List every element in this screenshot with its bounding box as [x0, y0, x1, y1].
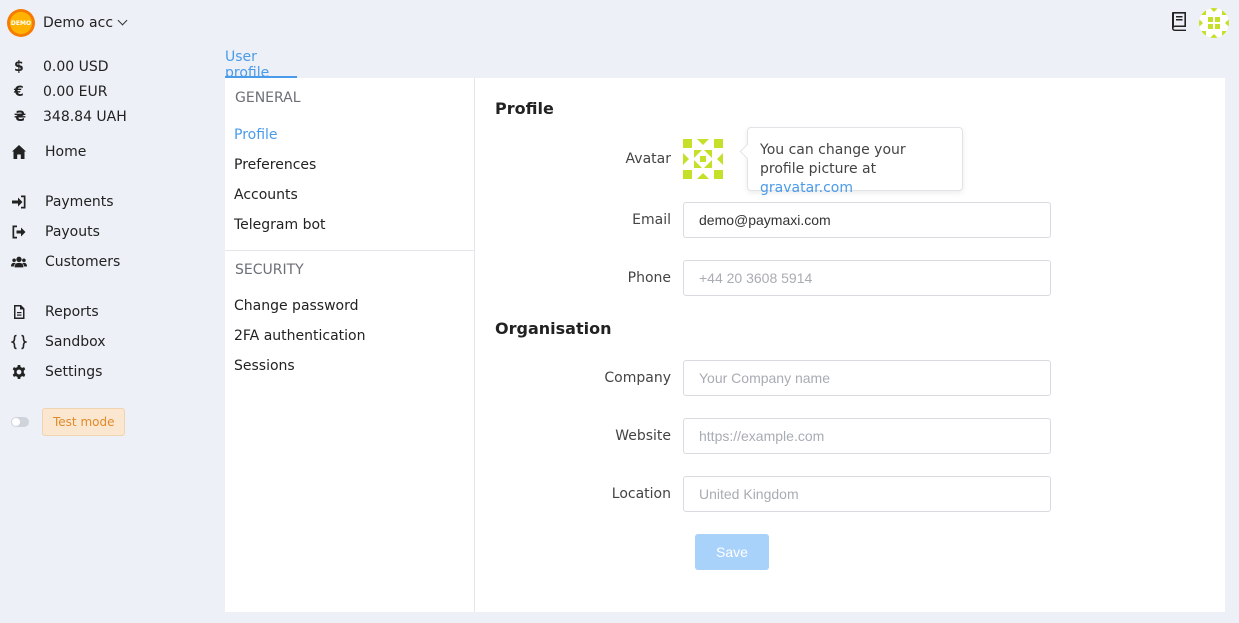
- subnav-item-telegram-bot[interactable]: Telegram bot: [225, 210, 474, 240]
- website-row: Website: [476, 418, 1225, 454]
- subnav-item-profile[interactable]: Profile: [225, 120, 474, 150]
- subnav-group-general: GENERAL: [235, 90, 301, 106]
- nav-payouts[interactable]: Payouts: [11, 217, 120, 247]
- tab-user-profile[interactable]: User profile: [225, 42, 297, 81]
- users-icon: [11, 254, 45, 270]
- website-field[interactable]: [683, 418, 1051, 454]
- section-title-organisation: Organisation: [495, 319, 612, 338]
- user-avatar[interactable]: [1199, 8, 1229, 38]
- nav-label: Reports: [45, 304, 99, 320]
- subnav-group-security: SECURITY: [235, 262, 304, 278]
- settings-panel: GENERAL Profile Preferences Accounts Tel…: [225, 78, 1225, 612]
- braces-icon: [11, 334, 45, 350]
- balance-value: 0.00 EUR: [43, 83, 108, 100]
- chevron-down-icon: [117, 15, 128, 26]
- test-mode: Test mode: [11, 408, 126, 436]
- nav-group-main: Home: [11, 137, 86, 167]
- location-field[interactable]: [683, 476, 1051, 512]
- dollar-icon: $: [14, 58, 24, 75]
- account-logo: DEMO: [7, 9, 35, 37]
- save-button[interactable]: Save: [695, 534, 769, 570]
- subnav-item-preferences[interactable]: Preferences: [225, 150, 474, 180]
- nav-home[interactable]: Home: [11, 137, 86, 167]
- test-mode-badge: Test mode: [42, 408, 126, 436]
- phone-row: Phone: [476, 260, 1225, 296]
- nav-label: Payouts: [45, 224, 100, 240]
- section-title-profile: Profile: [495, 99, 554, 118]
- hryvnia-icon: ₴: [14, 108, 27, 125]
- home-icon: [11, 144, 45, 160]
- nav-customers[interactable]: Customers: [11, 247, 120, 277]
- balance-uah: ₴ 348.84 UAH: [13, 104, 127, 129]
- euro-icon: €: [14, 83, 24, 100]
- settings-subnav: GENERAL Profile Preferences Accounts Tel…: [225, 78, 475, 612]
- nav-label: Sandbox: [45, 334, 106, 350]
- phone-label: Phone: [627, 270, 671, 286]
- subnav-item-sessions[interactable]: Sessions: [225, 351, 474, 381]
- nav-settings[interactable]: Settings: [11, 357, 106, 387]
- gravatar-link[interactable]: gravatar.com: [760, 180, 853, 196]
- company-row: Company: [476, 360, 1225, 396]
- location-row: Location: [476, 476, 1225, 512]
- balance-value: 348.84 UAH: [43, 108, 127, 125]
- nav-group-tools: Reports Sandbox Settings: [11, 297, 106, 387]
- balance-value: 0.00 USD: [43, 58, 109, 75]
- avatar-label: Avatar: [625, 151, 671, 167]
- gravatar-tooltip: You can change your profile picture at g…: [747, 127, 963, 196]
- header-actions: [1170, 8, 1229, 38]
- location-label: Location: [611, 486, 671, 502]
- subnav-item-change-password[interactable]: Change password: [225, 291, 474, 321]
- nav-label: Payments: [45, 194, 114, 210]
- nav-reports[interactable]: Reports: [11, 297, 106, 327]
- account-switcher[interactable]: DEMO Demo acc: [7, 9, 128, 37]
- test-mode-toggle[interactable]: [11, 417, 29, 427]
- balance-usd: $ 0.00 USD: [13, 54, 127, 79]
- nav-sandbox[interactable]: Sandbox: [11, 327, 106, 357]
- sign-in-icon: [11, 194, 45, 210]
- phone-field[interactable]: [683, 260, 1051, 296]
- account-name: Demo acc: [43, 15, 114, 31]
- file-icon: [11, 304, 45, 320]
- subnav-item-accounts[interactable]: Accounts: [225, 180, 474, 210]
- email-label: Email: [632, 212, 671, 228]
- company-label: Company: [604, 370, 671, 386]
- website-label: Website: [615, 428, 671, 444]
- tooltip-text: You can change your profile picture at: [760, 142, 906, 177]
- email-row: Email: [476, 202, 1225, 238]
- profile-form: Profile Avatar You can change your profi…: [476, 78, 1225, 612]
- profile-avatar: [683, 139, 723, 179]
- nav-group-money: Payments Payouts Customers: [11, 187, 120, 277]
- nav-label: Home: [45, 144, 87, 160]
- nav-payments[interactable]: Payments: [11, 187, 120, 217]
- balance-eur: € 0.00 EUR: [13, 79, 127, 104]
- balances-list: $ 0.00 USD € 0.00 EUR ₴ 348.84 UAH: [13, 54, 127, 129]
- nav-label: Customers: [45, 254, 121, 270]
- email-field[interactable]: [683, 202, 1051, 238]
- nav-label: Settings: [45, 364, 103, 380]
- company-field[interactable]: [683, 360, 1051, 396]
- book-icon[interactable]: [1170, 10, 1190, 36]
- gear-icon: [11, 364, 45, 380]
- sidebar: DEMO Demo acc $ 0.00 USD € 0.00 EUR ₴ 34…: [0, 0, 225, 623]
- sign-out-icon: [11, 224, 45, 240]
- subnav-item-2fa[interactable]: 2FA authentication: [225, 321, 474, 351]
